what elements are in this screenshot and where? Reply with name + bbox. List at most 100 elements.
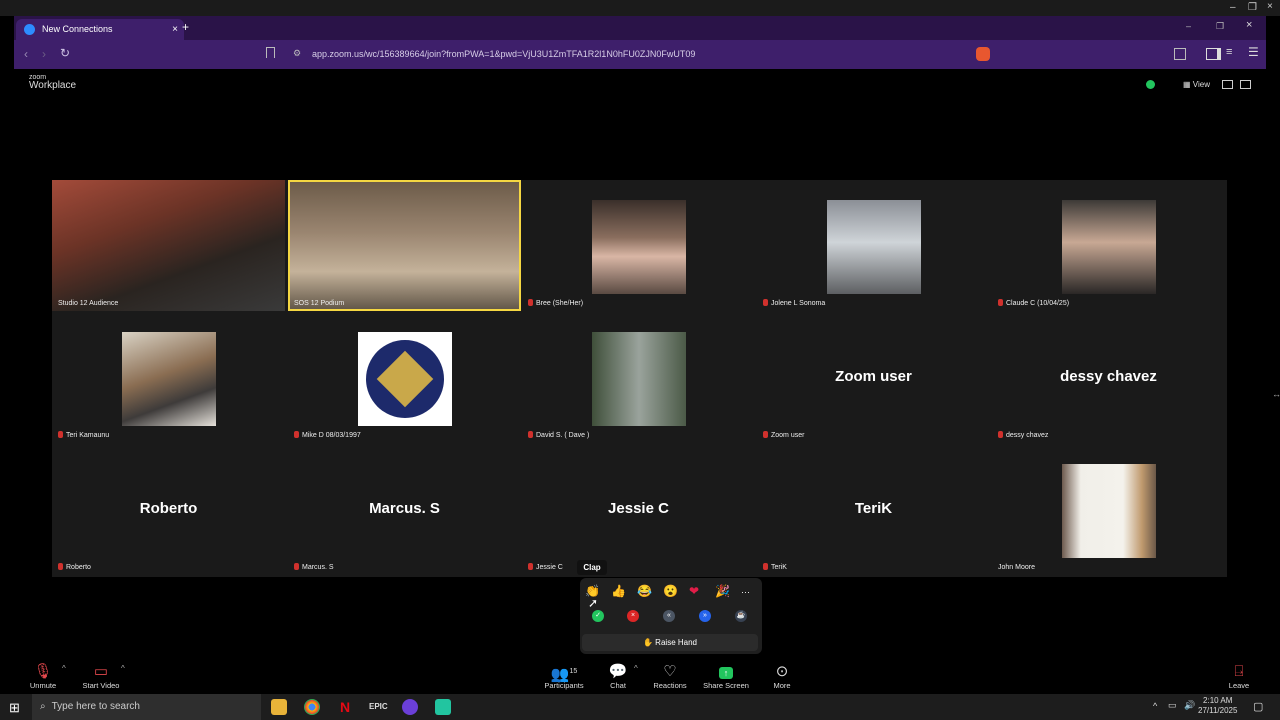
participant-tile-active-speaker[interactable]: SOS 12 Podium: [288, 180, 521, 311]
taskbar-search[interactable]: ⌕ Type here to search: [32, 694, 261, 720]
participant-name: Jolene L Sonoma: [763, 299, 825, 307]
close-window-button[interactable]: ×: [1267, 1, 1273, 12]
muted-mic-icon: [763, 431, 768, 438]
tab-close-window-icon[interactable]: ×: [1246, 19, 1252, 31]
slow-down-feedback-icon[interactable]: «: [663, 610, 675, 622]
participant-name: David S. ( Dave ): [528, 431, 589, 439]
tab-minimize-icon[interactable]: –: [1186, 21, 1191, 31]
participant-tile[interactable]: Studio 12 Audience: [52, 180, 285, 311]
participant-tile[interactable]: David S. ( Dave ): [522, 312, 755, 443]
url-text[interactable]: app.zoom.us/wc/156389664/join?fromPWA=1&…: [312, 49, 695, 59]
participant-name: Studio 12 Audience: [58, 300, 119, 307]
zoom-favicon-icon: [24, 24, 35, 35]
fullscreen-icon[interactable]: [1240, 80, 1251, 89]
more-reactions-button[interactable]: ···: [741, 587, 750, 597]
forward-arrow-icon[interactable]: ›: [42, 47, 46, 61]
participant-tile[interactable]: Teri Kamaunu: [52, 312, 285, 443]
participant-photo: [1062, 464, 1156, 558]
reader-icon[interactable]: [1174, 48, 1186, 60]
participant-name: Jessie C: [528, 563, 563, 571]
yes-feedback-icon[interactable]: ✓: [592, 610, 604, 622]
video-options-chevron-icon[interactable]: ^: [121, 664, 125, 673]
search-icon: ⌕: [40, 701, 46, 712]
more-button[interactable]: ⊙ More: [768, 663, 796, 690]
share-screen-button[interactable]: ↑ Share Screen: [702, 663, 750, 690]
participant-tile[interactable]: TeriK TeriK: [757, 444, 990, 575]
coffee-feedback-icon[interactable]: ☕: [735, 610, 747, 622]
no-feedback-icon[interactable]: ×: [627, 610, 639, 622]
participant-tile[interactable]: Jolene L Sonoma: [757, 180, 990, 311]
participants-button[interactable]: 👥15 Participants: [542, 663, 586, 690]
tab-title: New Connections: [42, 24, 113, 34]
tada-reaction-button[interactable]: 🎉: [715, 584, 730, 598]
participant-photo: [358, 332, 452, 426]
maximize-button[interactable]: ❐: [1248, 2, 1257, 13]
start-video-button[interactable]: ▭ Start Video: [80, 663, 122, 690]
raise-hand-button[interactable]: ✋ Raise Hand: [582, 634, 758, 651]
taskbar-clock[interactable]: 2:10 AM 27/11/2025: [1198, 696, 1237, 716]
volume-icon[interactable]: 🔊: [1184, 700, 1195, 711]
encryption-shield-icon[interactable]: [1146, 80, 1155, 89]
participant-tile[interactable]: Mike D 08/03/1997: [288, 312, 521, 443]
heart-reaction-button[interactable]: ❤: [689, 584, 699, 598]
participant-tile[interactable]: Claude C (10/04/25): [992, 180, 1225, 311]
chat-button[interactable]: 💬 Chat: [603, 663, 633, 690]
participants-count: 15: [569, 668, 578, 675]
participant-display-name: dessy chavez: [1060, 368, 1157, 385]
windows-start-icon[interactable]: ⊞: [9, 700, 20, 716]
unmute-label: Unmute: [29, 681, 57, 690]
back-arrow-icon[interactable]: ‹: [24, 47, 28, 61]
network-icon[interactable]: ▭: [1168, 700, 1177, 711]
system-tray-chevron-icon[interactable]: ^: [1153, 701, 1157, 711]
tab-restore-icon[interactable]: ❐: [1216, 21, 1224, 32]
epic-games-icon[interactable]: EPIC: [369, 699, 388, 715]
participant-display-name: Jessie C: [608, 500, 669, 517]
participant-photo: [122, 332, 216, 426]
participant-tile[interactable]: dessy chavez dessy chavez: [992, 312, 1225, 443]
reactions-button[interactable]: ♡ Reactions: [651, 663, 689, 690]
chat-options-chevron-icon[interactable]: ^: [634, 664, 638, 673]
file-explorer-icon[interactable]: [271, 699, 287, 715]
new-tab-button[interactable]: +: [182, 20, 189, 34]
heart-outline-icon: ♡: [663, 663, 677, 680]
surprised-reaction-button[interactable]: 😮: [663, 584, 678, 598]
tab-close-icon[interactable]: ×: [172, 19, 178, 40]
app-icon[interactable]: [435, 699, 451, 715]
chrome-icon[interactable]: [304, 699, 320, 715]
reload-icon[interactable]: ↻: [60, 46, 70, 60]
resize-arrow-icon[interactable]: ↔: [1272, 389, 1280, 399]
share-screen-icon: ↑: [702, 663, 750, 681]
participant-tile[interactable]: Marcus. S Marcus. S: [288, 444, 521, 575]
participant-tile[interactable]: John Moore: [992, 444, 1225, 575]
menu-icon[interactable]: ☰: [1248, 45, 1259, 59]
participant-tile[interactable]: Roberto Roberto: [52, 444, 285, 575]
participant-tile[interactable]: Bree (She/Her): [522, 180, 755, 311]
view-button[interactable]: ▦ View: [1183, 80, 1210, 89]
muted-mic-icon: [763, 563, 768, 570]
netflix-icon[interactable]: N: [337, 699, 353, 715]
brave-shield-icon[interactable]: [976, 47, 990, 61]
participant-tile[interactable]: Zoom user Zoom user: [757, 312, 990, 443]
muted-mic-icon: [528, 563, 533, 570]
unmute-button[interactable]: 🎙 Unmute: [27, 663, 59, 690]
audio-options-chevron-icon[interactable]: ^: [62, 664, 66, 673]
notifications-icon[interactable]: ▢: [1253, 700, 1263, 713]
wallet-icon[interactable]: ≡: [1226, 46, 1232, 58]
tab-new-connections[interactable]: New Connections ×: [16, 19, 184, 40]
participant-name: Bree (She/Her): [528, 299, 583, 307]
participant-name: Teri Kamaunu: [58, 431, 109, 439]
muted-mic-icon: [58, 563, 63, 570]
bookmark-icon[interactable]: [266, 47, 275, 58]
speed-up-feedback-icon[interactable]: »: [699, 610, 711, 622]
minimize-meeting-icon[interactable]: [1222, 80, 1233, 89]
laugh-reaction-button[interactable]: 😂: [637, 584, 652, 598]
site-settings-icon[interactable]: ⚙: [293, 48, 301, 59]
sidebar-icon[interactable]: [1206, 48, 1221, 60]
participant-name: SOS 12 Podium: [294, 300, 345, 307]
participant-tile[interactable]: Jessie C Jessie C: [522, 444, 755, 575]
leave-button[interactable]: ⍈ Leave: [1226, 663, 1252, 690]
participant-name: John Moore: [998, 564, 1035, 571]
browser-app-icon[interactable]: [402, 699, 418, 715]
thumbs-up-reaction-button[interactable]: 👍: [611, 584, 626, 598]
minimize-button[interactable]: –: [1230, 2, 1236, 13]
